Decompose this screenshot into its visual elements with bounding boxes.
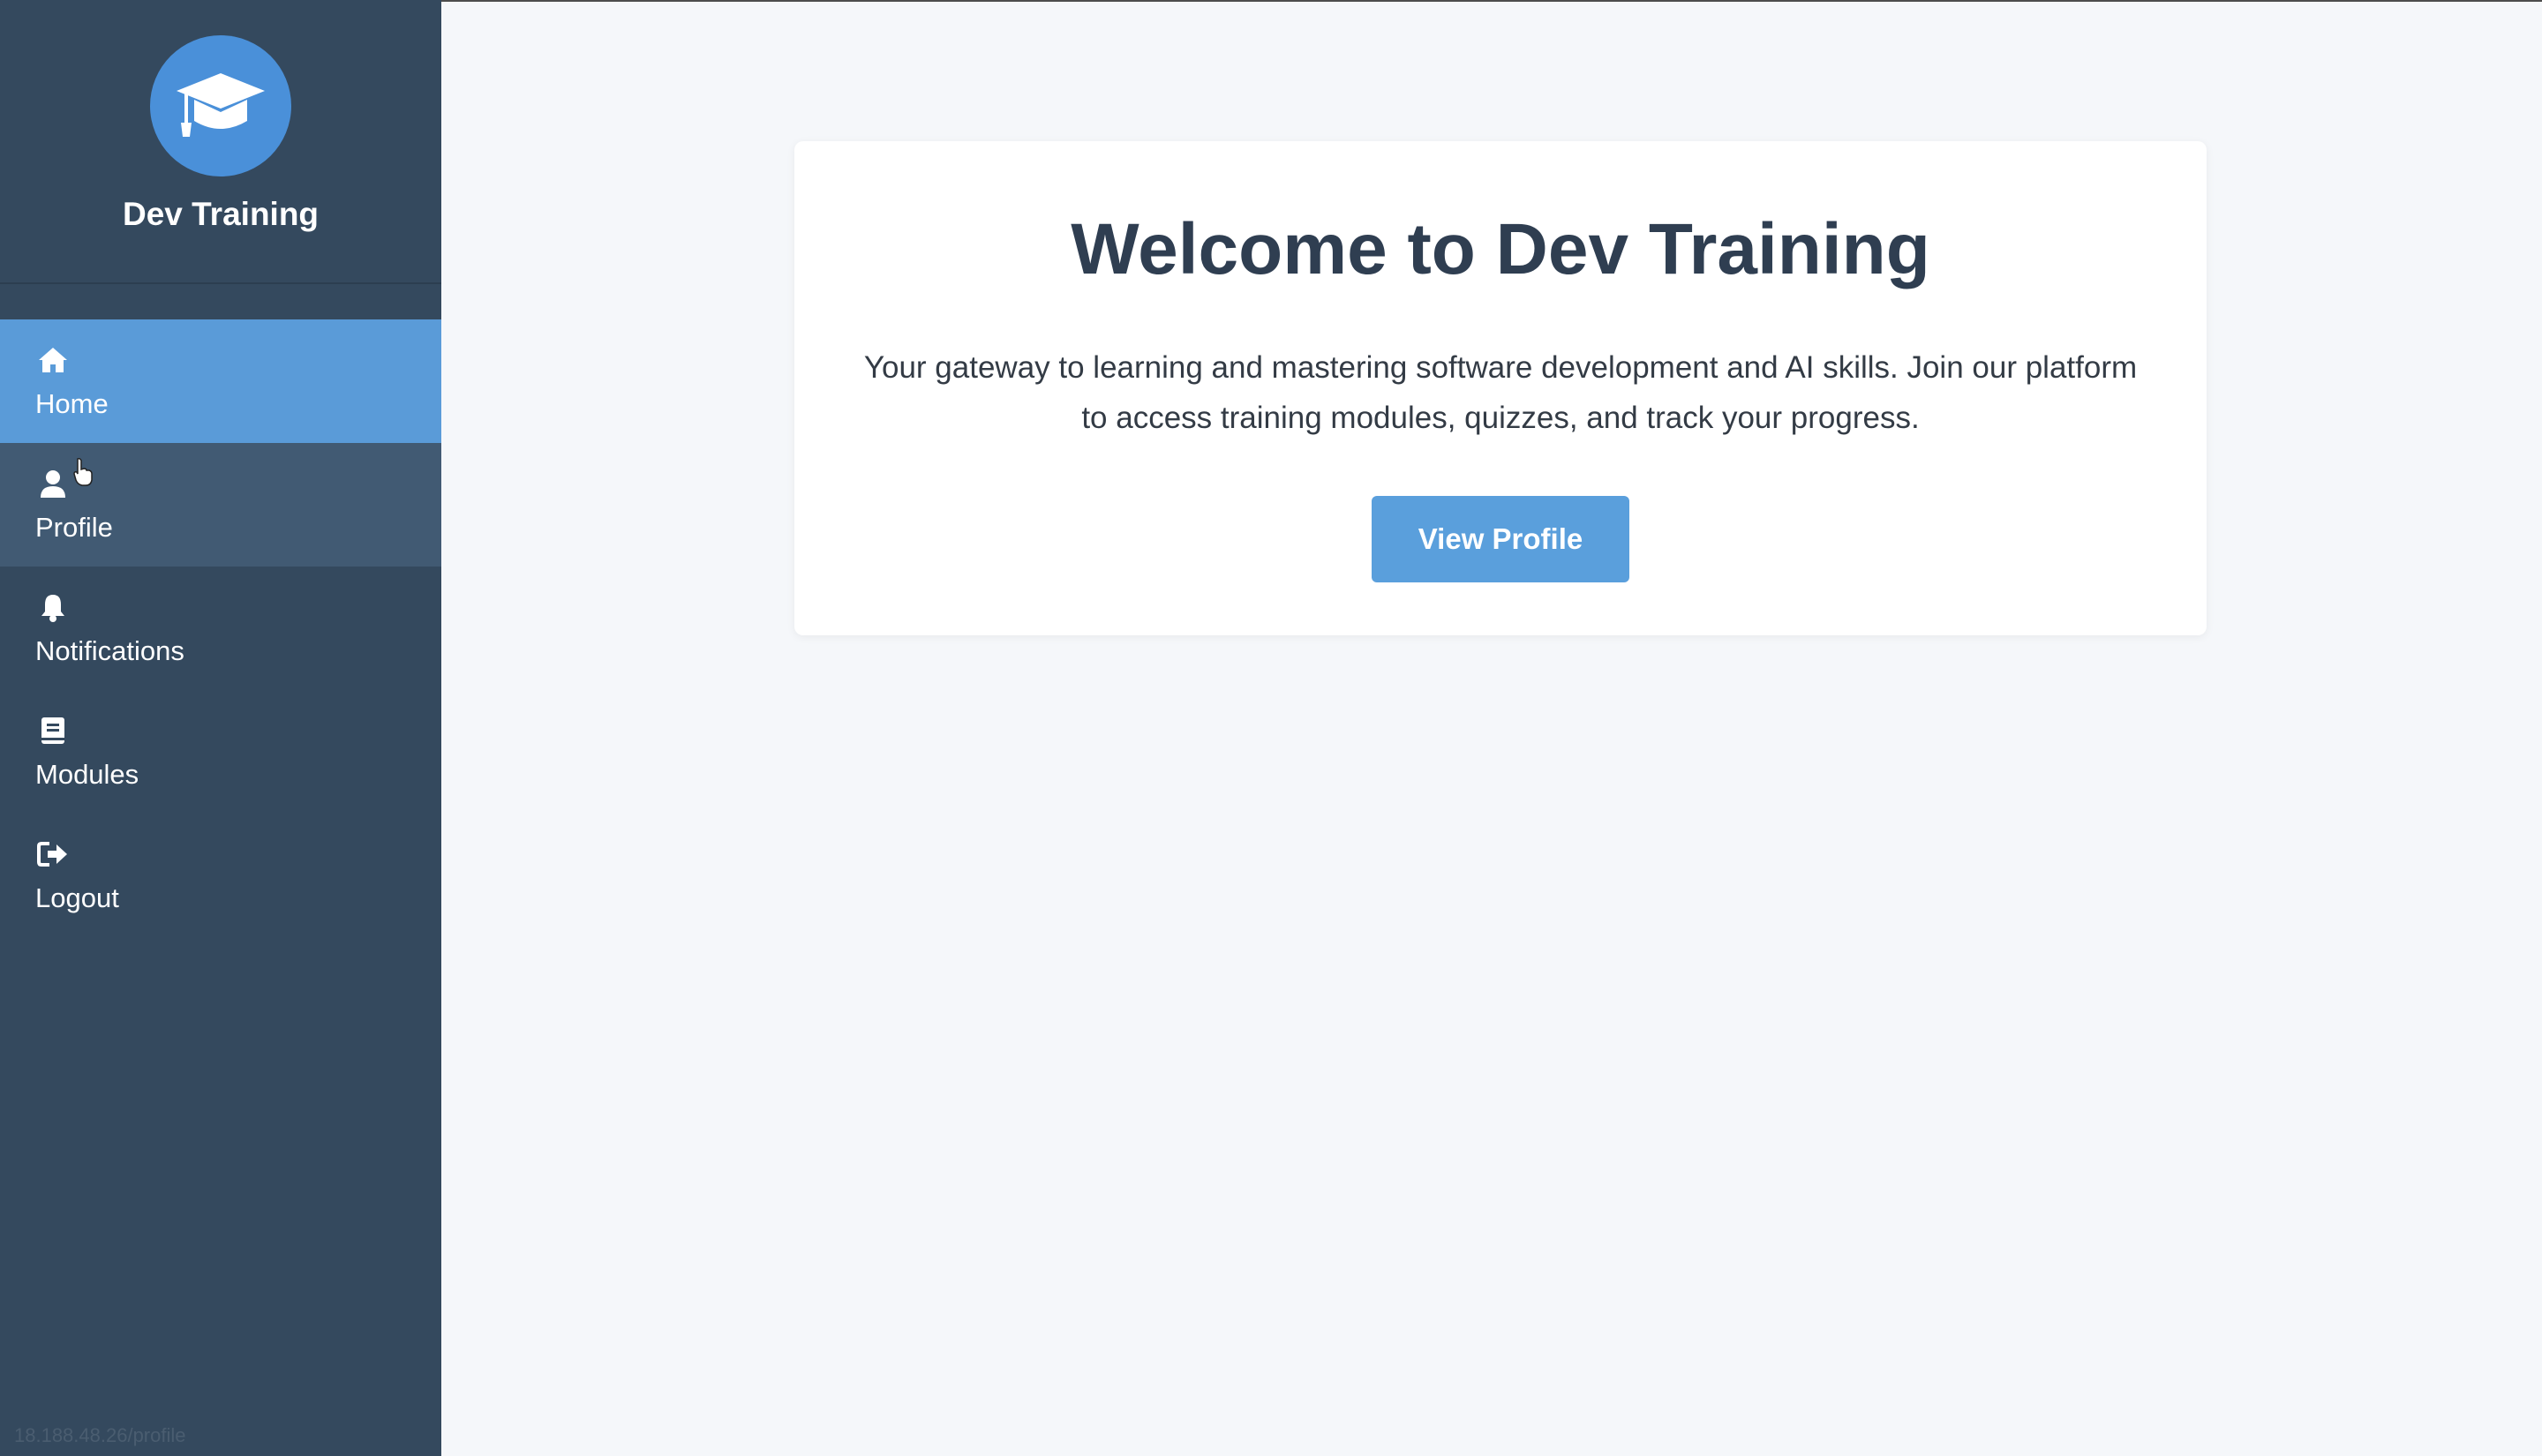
view-profile-button[interactable]: View Profile bbox=[1372, 496, 1629, 582]
logout-icon bbox=[35, 837, 71, 872]
user-icon bbox=[35, 466, 71, 501]
page-title: Welcome to Dev Training bbox=[1071, 209, 1930, 289]
sidebar-item-label: Logout bbox=[35, 882, 119, 913]
sidebar-item-home[interactable]: Home bbox=[0, 319, 441, 443]
sidebar-item-label: Modules bbox=[35, 759, 139, 790]
brand-title: Dev Training bbox=[122, 196, 320, 232]
main-content: Welcome to Dev Training Your gateway to … bbox=[441, 0, 2542, 1456]
sidebar-item-label: Notifications bbox=[35, 635, 184, 666]
sidebar-item-modules[interactable]: Modules bbox=[0, 690, 441, 814]
welcome-description: Your gateway to learning and mastering s… bbox=[863, 350, 2138, 435]
bell-icon bbox=[35, 589, 71, 625]
sidebar-item-label: Home bbox=[35, 388, 109, 419]
status-bar-url: 18.188.48.26/profile bbox=[14, 1424, 186, 1446]
sidebar-item-profile[interactable]: Profile bbox=[0, 443, 441, 567]
sidebar-item-label: Profile bbox=[35, 512, 113, 543]
welcome-card: Welcome to Dev Training Your gateway to … bbox=[794, 141, 2207, 635]
pointer-cursor-icon bbox=[72, 457, 94, 487]
brand-header: Dev Training bbox=[0, 0, 441, 284]
sidebar: Dev Training Home Profile Notifications … bbox=[0, 0, 441, 1456]
app-window: Dev Training Home Profile Notifications … bbox=[0, 0, 2542, 1456]
home-icon bbox=[35, 342, 71, 378]
graduation-cap-icon bbox=[150, 35, 291, 176]
book-icon bbox=[35, 713, 71, 748]
sidebar-nav: Home Profile Notifications Modules Logou… bbox=[0, 319, 441, 937]
sidebar-item-logout[interactable]: Logout bbox=[0, 814, 441, 937]
sidebar-item-notifications[interactable]: Notifications bbox=[0, 567, 441, 690]
